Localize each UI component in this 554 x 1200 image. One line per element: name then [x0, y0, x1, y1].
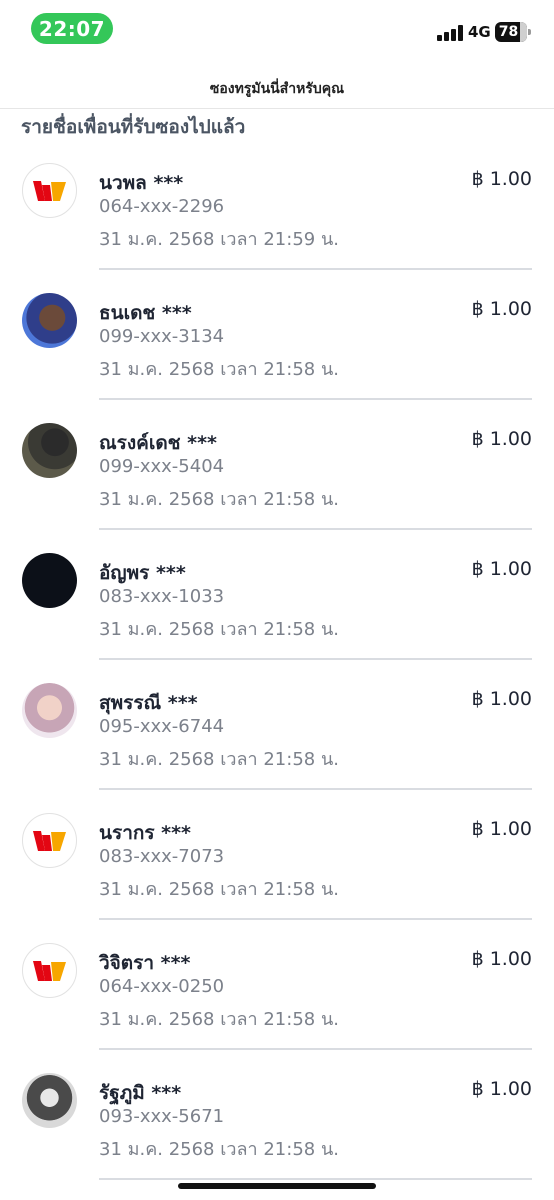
received-datetime: 31 ม.ค. 2568 เวลา 21:59 น.	[99, 229, 339, 250]
truemoney-logo-icon	[22, 813, 77, 868]
received-datetime: 31 ม.ค. 2568 เวลา 21:58 น.	[99, 879, 339, 900]
avatar	[22, 423, 77, 478]
received-amount: ฿ 1.00	[471, 168, 532, 190]
received-amount: ฿ 1.00	[471, 818, 532, 840]
received-datetime: 31 ม.ค. 2568 เวลา 21:58 น.	[99, 1009, 339, 1030]
truemoney-logo-icon	[22, 943, 77, 998]
list-item: รัฐภูมิ *** 093-xxx-5671 31 ม.ค. 2568 เว…	[0, 1050, 554, 1180]
truemoney-logo-icon	[22, 163, 77, 218]
list-item: นรากร *** 083-xxx-7073 31 ม.ค. 2568 เวลา…	[0, 790, 554, 920]
avatar	[22, 1073, 77, 1128]
recipient-name: วิจิตรา ***	[99, 952, 191, 974]
section-heading: รายชื่อเพื่อนที่รับซองไปแล้ว	[21, 116, 246, 138]
recipient-name: รัฐภูมิ ***	[99, 1082, 182, 1104]
recipient-list: นวพล *** 064-xxx-2296 31 ม.ค. 2568 เวลา …	[0, 140, 554, 1180]
list-item: อัญพร *** 083-xxx-1033 31 ม.ค. 2568 เวลา…	[0, 530, 554, 660]
received-datetime: 31 ม.ค. 2568 เวลา 21:58 น.	[99, 619, 339, 640]
battery-level: 78	[498, 24, 519, 40]
list-item: ธนเดช *** 099-xxx-3134 31 ม.ค. 2568 เวลา…	[0, 270, 554, 400]
status-time: 22:07	[31, 13, 113, 44]
list-item: ณรงค์เดช *** 099-xxx-5404 31 ม.ค. 2568 เ…	[0, 400, 554, 530]
received-datetime: 31 ม.ค. 2568 เวลา 21:58 น.	[99, 359, 339, 380]
recipient-name: อัญพร ***	[99, 562, 186, 584]
page-title: ซองทรูมันนี่สำหรับคุณ	[209, 81, 345, 97]
received-datetime: 31 ม.ค. 2568 เวลา 21:58 น.	[99, 1139, 339, 1160]
recipient-name: สุพรรณี ***	[99, 692, 198, 714]
avatar	[22, 683, 77, 738]
recipient-phone: 093-xxx-5671	[99, 1106, 225, 1127]
recipient-name: ธนเดช ***	[99, 302, 192, 324]
recipient-phone: 099-xxx-5404	[99, 456, 225, 477]
recipient-name: ณรงค์เดช ***	[99, 432, 217, 454]
signal-icon	[437, 25, 463, 41]
avatar	[22, 553, 77, 608]
battery-icon: 78	[495, 22, 531, 42]
received-amount: ฿ 1.00	[471, 948, 532, 970]
recipient-phone: 083-xxx-7073	[99, 846, 225, 867]
recipient-phone: 099-xxx-3134	[99, 326, 225, 347]
received-amount: ฿ 1.00	[471, 1078, 532, 1100]
recipient-phone: 083-xxx-1033	[99, 586, 225, 607]
list-item: วิจิตรา *** 064-xxx-0250 31 ม.ค. 2568 เว…	[0, 920, 554, 1050]
recipient-phone: 064-xxx-2296	[99, 196, 225, 217]
network-type: 4G	[468, 23, 491, 41]
received-datetime: 31 ม.ค. 2568 เวลา 21:58 น.	[99, 489, 339, 510]
avatar	[22, 293, 77, 348]
received-amount: ฿ 1.00	[471, 298, 532, 320]
recipient-name: นวพล ***	[99, 172, 184, 194]
recipient-phone: 064-xxx-0250	[99, 976, 225, 997]
home-indicator[interactable]	[178, 1183, 376, 1189]
recipient-phone: 095-xxx-6744	[99, 716, 225, 737]
received-amount: ฿ 1.00	[471, 428, 532, 450]
row-divider	[99, 1178, 532, 1180]
status-bar: 22:07 4G 78	[0, 0, 554, 58]
header-divider	[0, 108, 554, 109]
received-amount: ฿ 1.00	[471, 688, 532, 710]
list-item: นวพล *** 064-xxx-2296 31 ม.ค. 2568 เวลา …	[0, 140, 554, 270]
recipient-name: นรากร ***	[99, 822, 191, 844]
received-datetime: 31 ม.ค. 2568 เวลา 21:58 น.	[99, 749, 339, 770]
received-amount: ฿ 1.00	[471, 558, 532, 580]
list-item: สุพรรณี *** 095-xxx-6744 31 ม.ค. 2568 เว…	[0, 660, 554, 790]
